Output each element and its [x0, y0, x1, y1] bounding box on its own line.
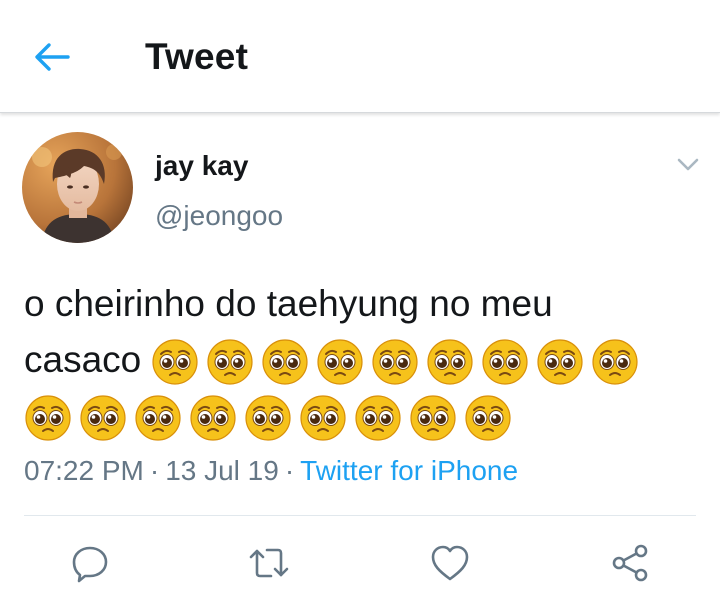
tweet-metadata: 07:22 PM · 13 Jul 19 · Twitter for iPhone: [24, 455, 518, 487]
pleading-face-emoji: [410, 395, 456, 441]
pleading-face-emoji: [537, 339, 583, 385]
top-app-bar: Tweet: [0, 0, 720, 113]
tweet-text-line-1: o cheirinho do taehyung no meu: [24, 283, 553, 324]
tweet-time: 07:22 PM: [24, 455, 144, 486]
retweet-button[interactable]: [245, 540, 293, 586]
pleading-face-emoji: [152, 339, 198, 385]
tweet-date: 13 Jul 19: [165, 455, 279, 486]
reply-button[interactable]: [66, 540, 114, 586]
tweet-source-link[interactable]: Twitter for iPhone: [300, 455, 518, 486]
pleading-face-emoji: [372, 339, 418, 385]
share-icon: [612, 544, 648, 582]
emoji-group: [151, 338, 639, 386]
share-button[interactable]: [606, 540, 654, 586]
separator-dot: ·: [284, 455, 295, 486]
user-handle[interactable]: @jeongoo: [155, 200, 283, 232]
tweet-text-word: casaco: [24, 339, 142, 380]
heart-icon: [431, 545, 469, 581]
like-button[interactable]: [426, 540, 474, 586]
emoji-group: [24, 394, 512, 442]
pleading-face-emoji: [427, 339, 473, 385]
pleading-face-emoji: [207, 339, 253, 385]
pleading-face-emoji: [245, 395, 291, 441]
pleading-face-emoji: [262, 339, 308, 385]
arrow-left-icon: [35, 43, 70, 71]
divider: [24, 515, 696, 516]
tweet-text-line-3: [24, 388, 704, 444]
pleading-face-emoji: [592, 339, 638, 385]
page-title: Tweet: [145, 36, 249, 77]
pleading-face-emoji: [80, 395, 126, 441]
tweet-text-line-2: casaco: [24, 332, 704, 388]
display-name[interactable]: jay kay: [155, 150, 248, 182]
avatar[interactable]: [22, 132, 133, 243]
chevron-down-icon: [677, 158, 699, 171]
tweet-text: o cheirinho do taehyung no meu casaco: [24, 276, 704, 444]
pleading-face-emoji: [300, 395, 346, 441]
pleading-face-emoji: [317, 339, 363, 385]
reply-icon: [72, 546, 108, 583]
retweet-icon: [249, 548, 289, 578]
separator-dot: ·: [149, 455, 160, 486]
pleading-face-emoji: [465, 395, 511, 441]
avatar-image: [22, 132, 133, 243]
pleading-face-emoji: [135, 395, 181, 441]
pleading-face-emoji: [25, 395, 71, 441]
pleading-face-emoji: [482, 339, 528, 385]
pleading-face-emoji: [190, 395, 236, 441]
tweet-options-button[interactable]: [670, 150, 706, 180]
pleading-face-emoji: [355, 395, 401, 441]
back-button[interactable]: [22, 32, 82, 82]
